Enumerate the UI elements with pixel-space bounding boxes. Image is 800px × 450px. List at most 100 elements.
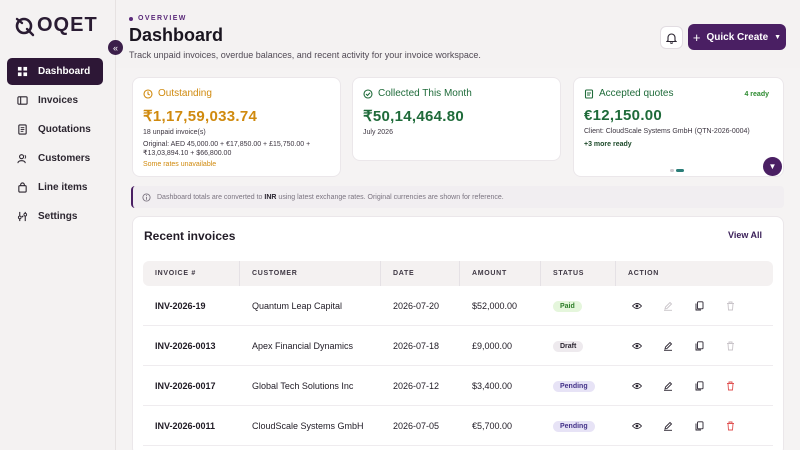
delete-icon[interactable] [725,421,735,431]
notice-suffix: using latest exchange rates. Original cu… [278,193,504,201]
table-header: INVOICE # CUSTOMER DATE AMOUNT STATUS AC… [143,261,773,286]
recent-invoices-title: Recent invoices [144,229,236,243]
invoice-customer: Global Tech Solutions Inc [252,380,354,391]
invoice-number[interactable]: INV-2026-0013 [143,341,240,351]
accepted-label: Accepted quotes [599,88,674,99]
outstanding-value: ₹1,17,59,033.74 [143,108,258,125]
more-ready-link[interactable]: +3 more ready [584,141,773,148]
column-header-action: ACTION [628,270,660,277]
quotation-icon [18,124,27,135]
sidebar-item-quotations[interactable]: Quotations [7,116,103,143]
quick-create-label: Quick Create [706,31,769,43]
invoice-number[interactable]: INV-2026-19 [143,301,240,311]
collected-period: July 2026 [363,129,393,136]
carousel-dot[interactable] [670,169,674,172]
column-header-customer[interactable]: CUSTOMER [240,261,381,286]
delete-icon[interactable] [725,381,735,391]
sidebar-nav: Dashboard Invoices Quotations Customers … [7,58,103,232]
edit-icon-disabled [663,301,673,311]
rates-warning: Some rates unavailable [143,161,217,168]
invoice-customer: CloudScale Systems GmbH [252,420,364,431]
duplicate-icon[interactable] [694,420,704,431]
column-header-date[interactable]: DATE [381,261,460,286]
invoice-number[interactable]: INV-2026-0017 [143,381,240,391]
carousel-dots[interactable] [670,169,684,172]
invoice-date: 2026-07-12 [393,380,440,391]
grid-icon [17,66,28,77]
table-row[interactable]: INV-2026-0017 Global Tech Solutions Inc … [143,366,773,406]
row-actions [616,380,773,391]
plus-icon: + [692,29,701,45]
accepted-quotes-card[interactable]: Accepted quotes €12,150.00 Client: Cloud… [573,77,784,177]
duplicate-icon[interactable] [694,380,704,391]
invoice-icon [17,96,28,105]
logo-mark-icon [15,17,35,36]
row-actions [616,300,773,311]
outstanding-card[interactable]: Outstanding ₹1,17,59,033.74 18 unpaid in… [132,77,341,177]
quick-create-button[interactable]: + Quick Create ▼ [688,24,786,50]
view-icon[interactable] [632,381,642,391]
column-header-status[interactable]: STATUS [541,261,616,286]
view-icon[interactable] [632,341,642,351]
sidebar-item-dashboard[interactable]: Dashboard [7,58,103,85]
column-header-invoice[interactable]: INVOICE # [143,261,240,286]
notifications-button[interactable] [660,26,683,49]
row-actions [616,340,773,351]
chevron-down-icon: ▼ [768,162,777,171]
collected-label: Collected This Month [378,88,472,99]
sidebar-item-label: Settings [38,211,78,222]
edit-icon[interactable] [663,421,673,431]
table-row[interactable]: INV-2026-0013 Apex Financial Dynamics 20… [143,326,773,366]
status-badge: Pending [553,420,595,432]
edit-icon[interactable] [663,341,673,351]
ready-badge: 4 ready [744,91,769,98]
page-title: Dashboard [129,25,224,45]
currency-notice: Dashboard totals are converted to INR us… [131,186,784,208]
column-header-amount[interactable]: AMOUNT [460,261,541,286]
invoice-number[interactable]: INV-2026-0011 [143,421,240,431]
sidebar-item-settings[interactable]: Settings [7,203,103,230]
table-row[interactable]: INV-2026-19 Quantum Leap Capital 2026-07… [143,286,773,326]
view-icon[interactable] [632,301,642,311]
sidebar: OQET Dashboard Invoices Quotations Custo… [0,0,116,450]
accepted-client: Client: CloudScale Systems GmbH (QTN-202… [584,128,750,135]
collapse-sidebar-button[interactable]: « [108,40,123,55]
check-circle-icon [363,88,373,99]
bell-icon [666,32,677,44]
sidebar-item-customers[interactable]: Customers [7,145,103,172]
sliders-icon [17,211,28,222]
invoice-customer: Quantum Leap Capital [252,300,343,311]
carousel-dot-active[interactable] [676,169,684,172]
sidebar-item-label: Line items [38,182,88,193]
outstanding-label: Outstanding [158,88,212,99]
delete-icon-disabled [725,341,735,351]
status-badge: Pending [553,380,595,392]
duplicate-icon[interactable] [694,300,704,311]
invoice-date: 2026-07-05 [393,420,440,431]
invoice-amount: $3,400.00 [472,380,513,391]
view-all-link[interactable]: View All [728,230,762,240]
edit-icon[interactable] [663,381,673,391]
table-row[interactable]: INV-2026-0011 CloudScale Systems GmbH 20… [143,406,773,446]
invoice-date: 2026-07-20 [393,300,440,311]
expand-cards-button[interactable]: ▼ [763,157,782,176]
sidebar-item-label: Quotations [38,124,91,135]
collected-value: ₹50,14,464.80 [363,108,465,125]
chevron-down-icon: ▼ [774,33,782,41]
brand-logo[interactable]: OQET [14,14,98,37]
users-icon [17,154,27,164]
duplicate-icon[interactable] [694,340,704,351]
outstanding-header: Outstanding [143,88,330,99]
eyebrow-text: OVERVIEW [138,15,187,22]
bag-icon [18,182,27,193]
sidebar-item-line-items[interactable]: Line items [7,174,103,201]
sidebar-item-label: Dashboard [38,66,91,77]
row-actions [616,420,773,431]
collected-card[interactable]: Collected This Month ₹50,14,464.80 July … [352,77,561,161]
sidebar-item-label: Customers [38,153,91,164]
document-icon [584,88,594,99]
collected-header: Collected This Month [363,88,550,99]
status-badge: Draft [553,340,584,352]
sidebar-item-invoices[interactable]: Invoices [7,87,103,114]
view-icon[interactable] [632,421,642,431]
